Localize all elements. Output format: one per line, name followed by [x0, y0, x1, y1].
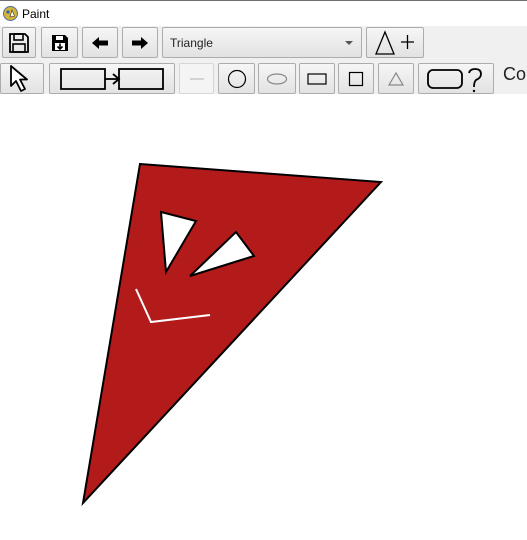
line-tool-button[interactable]: [179, 63, 214, 94]
cursor-arrow-icon: [10, 64, 28, 92]
red-triangle-shape[interactable]: [81, 162, 384, 507]
square-icon: [348, 71, 364, 86]
undo-button[interactable]: [82, 27, 118, 58]
drawing-svg: [81, 162, 384, 507]
paint-app-icon: [3, 6, 18, 21]
save-button[interactable]: [2, 27, 36, 58]
arrow-right-icon: [132, 36, 148, 49]
circle-icon: [227, 69, 246, 88]
floppy-disk-arrow-icon: [51, 34, 68, 51]
window-title: Paint: [22, 7, 50, 21]
shape-type-selected-value: Triangle: [170, 36, 213, 50]
drawing-canvas[interactable]: [0, 94, 527, 535]
shape-type-select[interactable]: Triangle: [162, 27, 362, 58]
rounded-rect-question-icon: [427, 67, 482, 92]
triangle-icon: [387, 71, 405, 86]
connector-icon: [60, 67, 164, 90]
title-bar: Paint: [0, 0, 527, 26]
triangle-plus-icon: [375, 29, 414, 55]
redo-button[interactable]: [122, 27, 158, 58]
select-tool-button[interactable]: [0, 63, 44, 94]
line-icon: [189, 77, 204, 80]
circle-tool-button[interactable]: [218, 63, 255, 94]
add-shape-button[interactable]: [366, 27, 424, 58]
triangle-tool-button[interactable]: [378, 63, 414, 94]
truncated-toolbar-label: Co: [503, 64, 527, 84]
save-as-button[interactable]: [41, 27, 78, 58]
ellipse-tool-button[interactable]: [258, 63, 296, 94]
floppy-disk-icon: [9, 32, 29, 53]
arrow-left-icon: [92, 36, 108, 49]
rectangle-tool-button[interactable]: [299, 63, 335, 94]
ellipse-icon: [266, 72, 288, 85]
connector-tool-button[interactable]: [49, 63, 175, 94]
chevron-down-icon[interactable]: [345, 41, 353, 45]
rectangle-icon: [307, 72, 327, 85]
square-tool-button[interactable]: [338, 63, 374, 94]
custom-shape-button[interactable]: [418, 63, 494, 94]
